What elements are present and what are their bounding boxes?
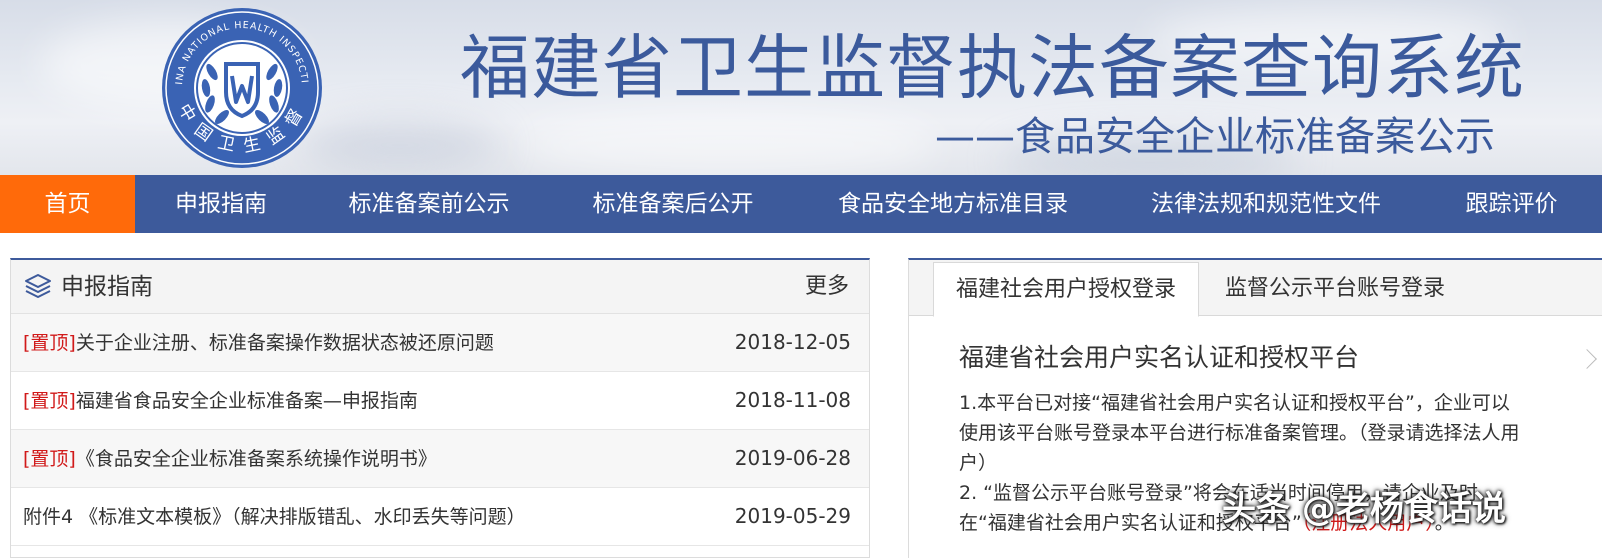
site-title: 福建省卫生监督执法备案查询系统 — [460, 27, 1525, 109]
guide-panel-title: 申报指南 — [61, 274, 153, 300]
nav-item-post-filing-public[interactable]: 标准备案后公开 — [551, 175, 795, 233]
chevron-left-icon — [1577, 349, 1597, 369]
nav-item-pre-filing-notice[interactable]: 标准备案前公示 — [307, 175, 551, 233]
nav-item-home[interactable]: 首页 — [0, 175, 135, 233]
layers-icon — [25, 274, 51, 298]
tab-supervision-account-login[interactable]: 监督公示平台账号登录 — [1215, 262, 1455, 316]
nav-item-laws-regulations[interactable]: 法律法规和规范性文件 — [1111, 175, 1421, 233]
guide-panel-header: 申报指南 更多 — [11, 260, 869, 314]
list-item[interactable]: 附件4 《标准文本模板》（解决排版错乱、水印丢失等问题） 2019-05-29 — [11, 488, 869, 546]
list-item[interactable]: [置顶]《食品安全企业标准备案系统操作说明书》 2019-06-28 — [11, 430, 869, 488]
list-item[interactable]: [置顶]福建省食品安全企业标准备案—申报指南 2018-11-08 — [11, 372, 869, 430]
platform-title: 福建省社会用户实名认证和授权平台 — [959, 343, 1360, 372]
description-paragraph: 1.本平台已对接“福建省社会用户实名认证和授权平台”，企业可以使用该平台账号登录… — [959, 392, 1520, 474]
guide-panel: 申报指南 更多 [置顶]关于企业注册、标准备案操作数据状态被还原问题 2018-… — [10, 258, 870, 558]
cloud-decoration — [300, 120, 500, 170]
toutiao-watermark: 头条 @老杨食话说 — [1222, 489, 1506, 529]
site-subtitle: ——食品安全企业标准备案公示 — [935, 114, 1495, 160]
guide-list: [置顶]关于企业注册、标准备案操作数据状态被还原问题 2018-12-05 [置… — [11, 314, 869, 546]
nav-item-guide[interactable]: 申报指南 — [135, 175, 307, 233]
pinned-tag: [置顶] — [23, 332, 76, 354]
more-link[interactable]: 更多 — [805, 260, 849, 314]
login-tabs: 福建社会用户授权登录 监督公示平台账号登录 — [909, 260, 1602, 317]
pinned-tag: [置顶] — [23, 390, 76, 412]
list-item-title[interactable]: 福建省食品安全企业标准备案—申报指南 — [76, 390, 418, 412]
list-item-date: 2018-12-05 — [734, 330, 851, 354]
health-inspection-emblem-logo: CHINA NATIONAL HEALTH INSPECTION 中国卫生监督 — [160, 6, 322, 168]
nav-item-local-standards[interactable]: 食品安全地方标准目录 — [795, 175, 1111, 233]
nav-item-tracking-evaluation[interactable]: 跟踪评价 — [1421, 175, 1602, 233]
main-nav: 首页 申报指南 标准备案前公示 标准备案后公开 食品安全地方标准目录 法律法规和… — [0, 175, 1602, 233]
list-item-date: 2019-06-28 — [734, 446, 851, 470]
list-item-title[interactable]: 《食品安全企业标准备案系统操作说明书》 — [76, 448, 437, 470]
list-item-date: 2018-11-08 — [734, 388, 851, 412]
tab-fujian-social-user-login[interactable]: 福建社会用户授权登录 — [933, 262, 1199, 317]
pinned-tag: [置顶] — [23, 448, 76, 470]
cloud-decoration — [520, 110, 940, 175]
list-item[interactable]: [置顶]关于企业注册、标准备案操作数据状态被还原问题 2018-12-05 — [11, 314, 869, 372]
list-item-title[interactable]: 附件4 《标准文本模板》（解决排版错乱、水印丢失等问题） — [23, 506, 526, 528]
header-banner: CHINA NATIONAL HEALTH INSPECTION 中国卫生监督 … — [0, 0, 1602, 175]
list-item-date: 2019-05-29 — [734, 504, 851, 528]
list-item-title[interactable]: 关于企业注册、标准备案操作数据状态被还原问题 — [76, 332, 494, 354]
